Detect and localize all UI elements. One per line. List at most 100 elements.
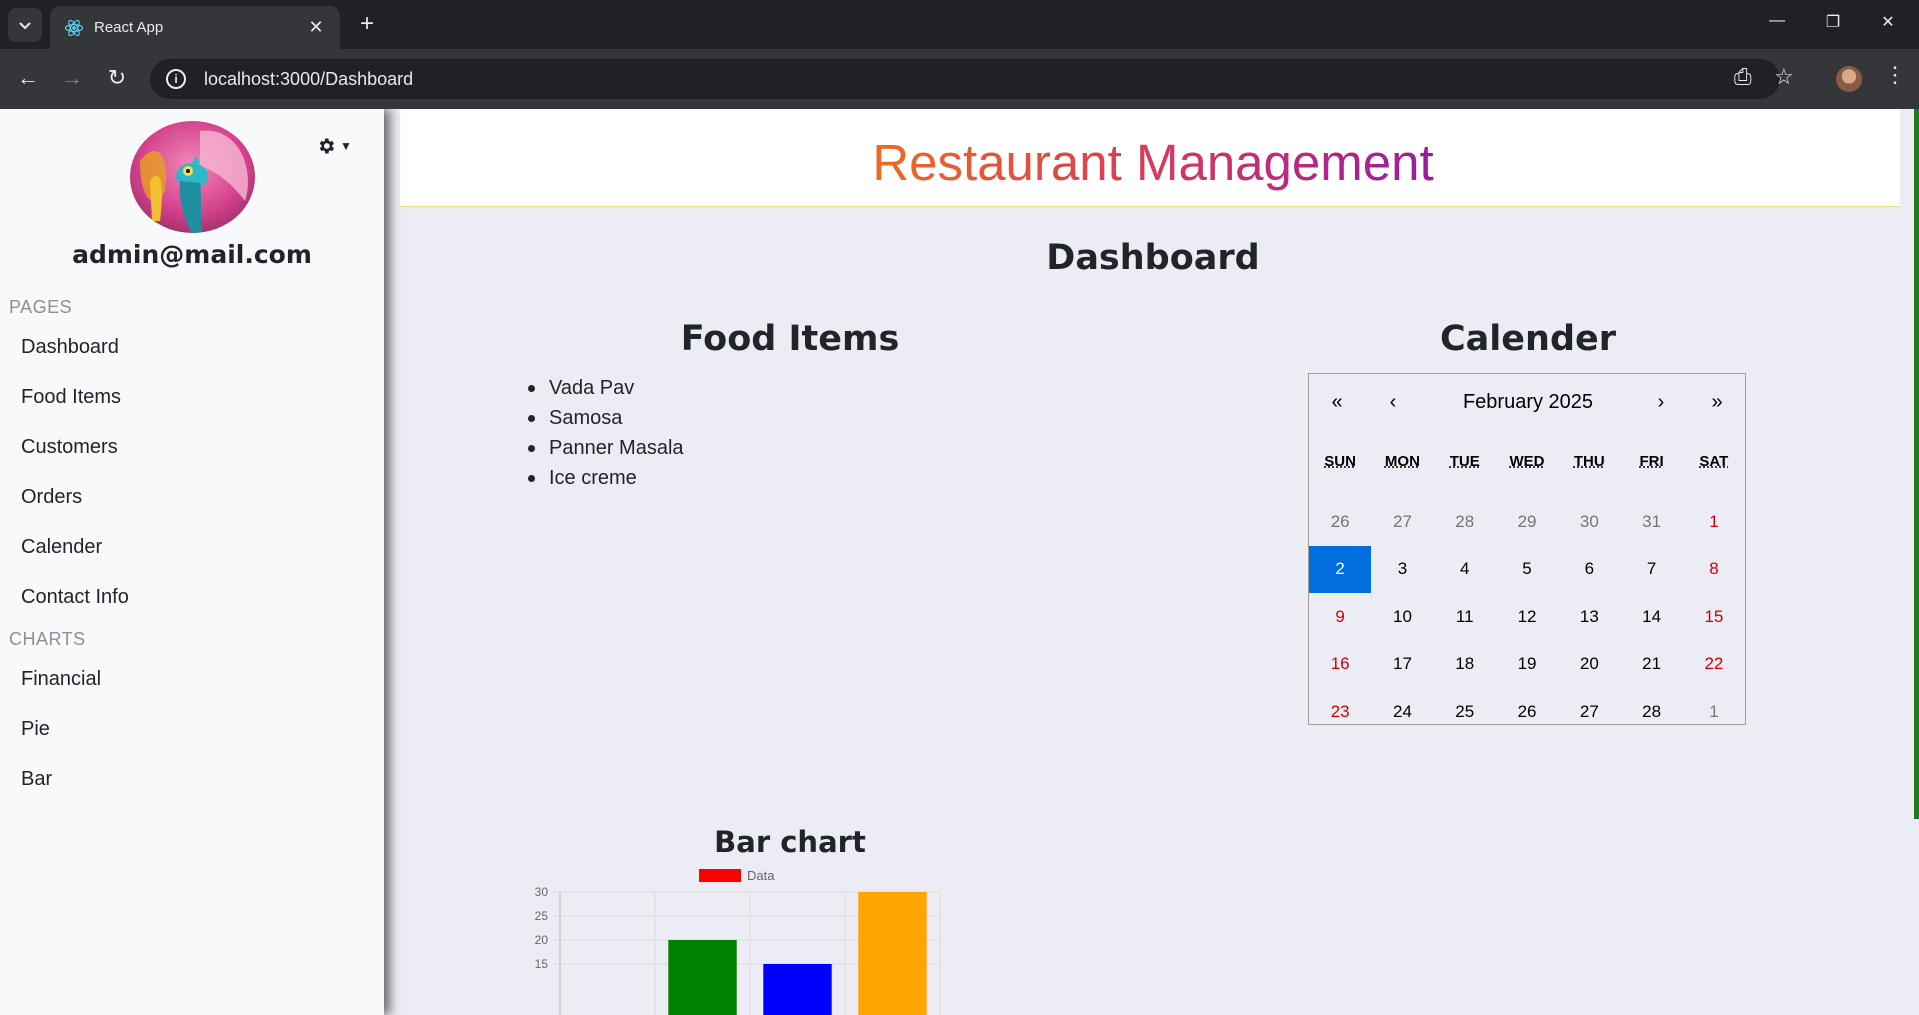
next-year-button[interactable]: » bbox=[1689, 374, 1745, 430]
calendar-day[interactable]: 21 bbox=[1620, 641, 1682, 689]
sidebar-item-customers[interactable]: Customers bbox=[21, 436, 118, 459]
pages-section-heading: PAGES bbox=[9, 297, 73, 317]
user-email: admin@mail.com bbox=[72, 240, 312, 269]
reload-icon[interactable]: ↻ bbox=[103, 65, 131, 93]
tab-title: React App bbox=[94, 19, 164, 36]
profile-avatar[interactable] bbox=[1836, 66, 1862, 92]
back-arrow-icon[interactable]: ← bbox=[14, 65, 42, 93]
calendar-day[interactable]: 18 bbox=[1434, 641, 1496, 689]
sidebar-item-financial[interactable]: Financial bbox=[21, 668, 101, 691]
app-title: Restaurant Management bbox=[400, 133, 1906, 192]
calendar-day[interactable]: 23 bbox=[1309, 688, 1371, 736]
calendar-day[interactable]: 29 bbox=[1496, 498, 1558, 546]
calendar-day[interactable]: 31 bbox=[1620, 498, 1682, 546]
scroll-edge-indicator bbox=[1914, 109, 1919, 819]
new-tab-button[interactable]: + bbox=[354, 12, 380, 38]
weekday-label: SUN bbox=[1324, 453, 1356, 470]
calendar-day[interactable]: 5 bbox=[1496, 546, 1558, 594]
calendar-day[interactable]: 8 bbox=[1683, 546, 1745, 594]
gear-icon bbox=[319, 138, 334, 154]
calendar-day[interactable]: 1 bbox=[1683, 688, 1745, 736]
calendar-day[interactable]: 27 bbox=[1371, 498, 1433, 546]
app-title-text: Restaurant Management bbox=[872, 134, 1434, 191]
tab-search-button[interactable] bbox=[8, 8, 42, 42]
sidebar-item-calender[interactable]: Calender bbox=[21, 536, 102, 559]
bar bbox=[858, 892, 927, 1015]
close-window-icon[interactable]: ✕ bbox=[1873, 12, 1903, 32]
bar bbox=[763, 964, 832, 1015]
browser-tab[interactable]: React App ✕ bbox=[50, 6, 340, 49]
sidebar-item-orders[interactable]: Orders bbox=[21, 486, 82, 509]
calendar-day[interactable]: 3 bbox=[1371, 546, 1433, 594]
list-item: Ice creme bbox=[528, 463, 684, 493]
address-bar[interactable]: i localhost:3000/Dashboard bbox=[150, 59, 1780, 99]
browser-toolbar: ← → ↻ i localhost:3000/Dashboard ⎙ ☆ bbox=[0, 49, 1919, 109]
calendar-day[interactable]: 30 bbox=[1558, 498, 1620, 546]
y-tick-label: 20 bbox=[535, 933, 549, 947]
calendar-widget: « ‹ February 2025 › » SUN MON TUE WED THU FRI… bbox=[1308, 373, 1746, 725]
sidebar-item-pie[interactable]: Pie bbox=[21, 718, 50, 741]
calendar-day[interactable]: 28 bbox=[1434, 498, 1496, 546]
install-app-icon[interactable]: ⎙ bbox=[1734, 64, 1752, 90]
minimize-icon[interactable]: — bbox=[1762, 12, 1792, 30]
list-item: Panner Masala bbox=[528, 433, 684, 463]
sidebar: ▼ admin@mail.com PAGES Dashboard Food It… bbox=[0, 109, 384, 1015]
close-tab-icon[interactable]: ✕ bbox=[306, 17, 326, 38]
page-title: Dashboard bbox=[1046, 238, 1260, 278]
charts-section-heading: CHARTS bbox=[9, 629, 86, 649]
calendar-day[interactable]: 15 bbox=[1683, 593, 1745, 641]
sidebar-item-food-items[interactable]: Food Items bbox=[21, 386, 121, 409]
calendar-day[interactable]: 6 bbox=[1558, 546, 1620, 594]
sidebar-item-dashboard[interactable]: Dashboard bbox=[21, 336, 119, 359]
user-avatar[interactable] bbox=[130, 121, 255, 233]
calendar-day[interactable]: 11 bbox=[1434, 593, 1496, 641]
calendar-day[interactable]: 13 bbox=[1558, 593, 1620, 641]
list-item: Vada Pav bbox=[528, 373, 684, 403]
calendar-day[interactable]: 25 bbox=[1434, 688, 1496, 736]
browser-menu-icon[interactable]: ⋮ bbox=[1884, 62, 1906, 88]
bookmark-star-icon[interactable]: ☆ bbox=[1774, 64, 1794, 90]
calendar-day[interactable]: 27 bbox=[1558, 688, 1620, 736]
calendar-day[interactable]: 20 bbox=[1558, 641, 1620, 689]
calendar-day-selected[interactable]: 2 bbox=[1309, 545, 1372, 593]
calendar-day[interactable]: 26 bbox=[1496, 688, 1558, 736]
settings-dropdown[interactable]: ▼ bbox=[316, 136, 352, 156]
legend-swatch bbox=[699, 869, 741, 882]
main-content: Restaurant Management Dashboard Food Ite… bbox=[400, 109, 1900, 1015]
chameleon-avatar-image bbox=[130, 121, 255, 233]
calendar-day[interactable]: 22 bbox=[1683, 641, 1745, 689]
sidebar-item-bar[interactable]: Bar bbox=[21, 768, 52, 791]
calendar-day[interactable]: 28 bbox=[1620, 688, 1682, 736]
calendar-day[interactable]: 12 bbox=[1496, 593, 1558, 641]
bar-chart: Data 30 25 20 15 bbox=[535, 869, 941, 1015]
calendar-day[interactable]: 9 bbox=[1309, 593, 1371, 641]
sidebar-item-contact-info[interactable]: Contact Info bbox=[21, 586, 129, 609]
calendar-day[interactable]: 16 bbox=[1309, 641, 1371, 689]
weekday-label: MON bbox=[1384, 453, 1420, 470]
calendar-days-grid: 26 27 28 29 30 31 1 2 3 4 5 6 7 8 9 10 11 12 13 14 15 16 17 18 1… bbox=[1309, 498, 1745, 736]
calendar-day[interactable]: 7 bbox=[1620, 546, 1682, 594]
app-header: Restaurant Management bbox=[400, 109, 1900, 207]
list-item: Samosa bbox=[528, 403, 684, 433]
calendar-day[interactable]: 4 bbox=[1434, 546, 1496, 594]
calendar-day[interactable]: 17 bbox=[1371, 641, 1433, 689]
calendar-day[interactable]: 14 bbox=[1620, 593, 1682, 641]
calendar-day[interactable]: 10 bbox=[1371, 593, 1433, 641]
bar bbox=[668, 940, 737, 1015]
y-tick-label: 25 bbox=[535, 909, 549, 923]
calendar-day[interactable]: 24 bbox=[1371, 688, 1433, 736]
prev-month-button[interactable]: ‹ bbox=[1365, 374, 1421, 430]
next-month-button[interactable]: › bbox=[1633, 374, 1689, 430]
site-info-icon[interactable]: i bbox=[166, 69, 186, 89]
month-label-button[interactable]: February 2025 bbox=[1429, 374, 1627, 430]
chevron-down-icon bbox=[19, 22, 31, 30]
restore-icon[interactable]: ❐ bbox=[1818, 12, 1848, 32]
calendar-day[interactable]: 1 bbox=[1683, 498, 1745, 546]
legend-label: Data bbox=[747, 869, 775, 883]
prev-year-button[interactable]: « bbox=[1309, 374, 1365, 430]
bar-chart-heading: Bar chart bbox=[714, 825, 866, 859]
food-items-heading: Food Items bbox=[680, 319, 900, 359]
calendar-day[interactable]: 26 bbox=[1309, 498, 1371, 546]
forward-arrow-icon[interactable]: → bbox=[58, 65, 86, 93]
calendar-day[interactable]: 19 bbox=[1496, 641, 1558, 689]
